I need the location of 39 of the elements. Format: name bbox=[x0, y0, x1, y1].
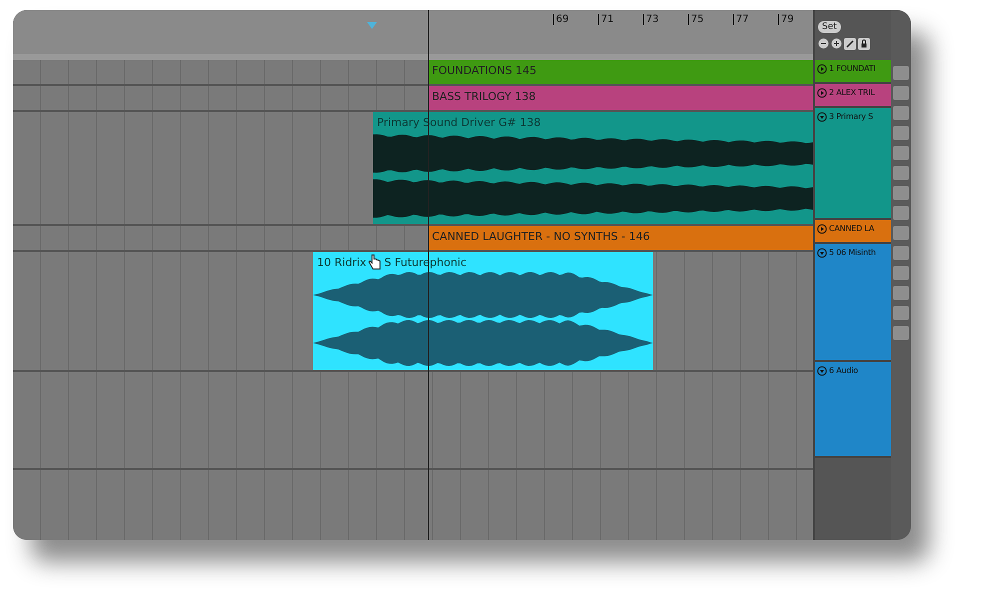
track-header[interactable]: 5 06 Misinth bbox=[815, 244, 891, 362]
track-name: 1 FOUNDATI bbox=[829, 64, 876, 73]
track-name: 6 Audio bbox=[829, 366, 858, 375]
bar-number: 77 bbox=[733, 14, 749, 25]
lock-icon[interactable] bbox=[858, 38, 870, 50]
bar-number: 71 bbox=[598, 14, 614, 25]
clip-title: 10 Ridrix bbox=[317, 256, 366, 268]
track-header[interactable]: 3 Primary S bbox=[815, 108, 891, 220]
bar-number: 79 bbox=[778, 14, 794, 25]
track-header[interactable]: 1 FOUNDATI bbox=[815, 60, 891, 84]
clip-title: BASS TRILOGY 138 bbox=[432, 90, 536, 102]
track-header[interactable]: 2 ALEX TRIL bbox=[815, 84, 891, 108]
bar-number: 69 bbox=[553, 14, 569, 25]
track-name: 3 Primary S bbox=[829, 112, 873, 121]
play-circle-icon[interactable] bbox=[817, 224, 827, 234]
timeline-ruler[interactable]: 69 71 73 75 77 79 bbox=[13, 10, 813, 60]
track-header[interactable]: CANNED LA bbox=[815, 220, 891, 244]
play-circle-icon[interactable] bbox=[817, 88, 827, 98]
audio-clip[interactable]: BASS TRILOGY 138 bbox=[428, 86, 813, 110]
audio-clip[interactable]: CANNED LAUGHTER - NO SYNTHS - 146 bbox=[428, 226, 813, 250]
clip-title: CANNED LAUGHTER - NO SYNTHS - 146 bbox=[432, 230, 650, 242]
track-header[interactable]: 6 Audio bbox=[815, 362, 891, 458]
play-circle-icon[interactable] bbox=[817, 64, 827, 74]
clip-title: FOUNDATIONS 145 bbox=[432, 64, 537, 76]
bar-number: 75 bbox=[688, 14, 704, 25]
hand-cursor-icon bbox=[368, 254, 382, 270]
fold-down-icon[interactable] bbox=[817, 366, 827, 376]
fold-down-icon[interactable] bbox=[817, 248, 827, 258]
bar-number: 73 bbox=[643, 14, 659, 25]
loop-marker-icon[interactable] bbox=[367, 22, 377, 30]
track-name: 5 06 Misinth bbox=[829, 248, 876, 257]
pencil-icon[interactable] bbox=[844, 38, 856, 50]
track-name: 2 ALEX TRIL bbox=[829, 88, 875, 97]
audio-clip[interactable]: FOUNDATIONS 145 bbox=[428, 60, 813, 84]
fold-down-icon[interactable] bbox=[817, 112, 827, 122]
minus-circle-icon[interactable] bbox=[818, 38, 829, 49]
track-name: CANNED LA bbox=[829, 224, 874, 233]
plus-circle-icon[interactable] bbox=[831, 38, 842, 49]
set-button[interactable]: Set bbox=[818, 21, 841, 33]
